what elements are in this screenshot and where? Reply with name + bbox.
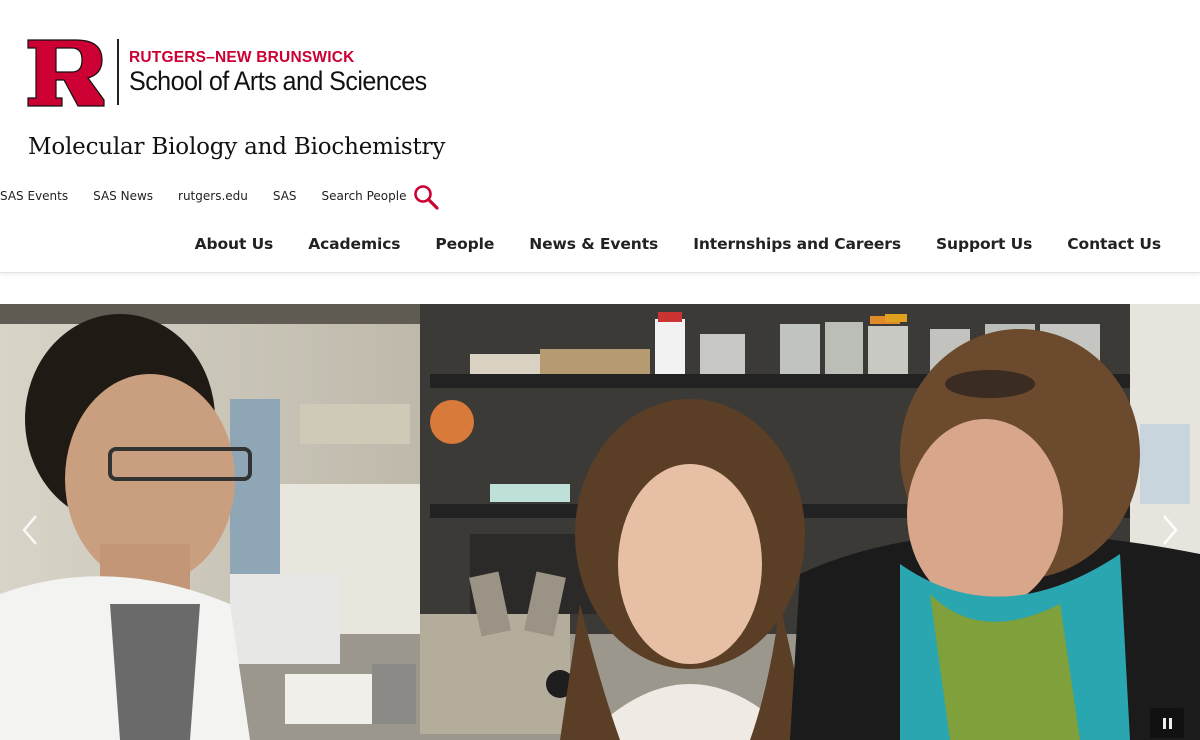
- pause-icon[interactable]: [1150, 708, 1184, 738]
- nav-contact-us[interactable]: Contact Us: [1067, 235, 1161, 253]
- nav-academics[interactable]: Academics: [308, 235, 400, 253]
- logo-school-name[interactable]: School of Arts and Sciences: [129, 66, 427, 97]
- main-nav: About Us Academics People News & Events …: [160, 235, 1162, 253]
- search-icon[interactable]: [412, 183, 440, 211]
- util-link-search-people[interactable]: Search People: [322, 189, 407, 203]
- logo-divider: [117, 39, 119, 105]
- nav-internships-careers[interactable]: Internships and Careers: [693, 235, 901, 253]
- utility-nav: SAS Events SAS News rutgers.edu SAS Sear…: [0, 186, 431, 206]
- rutgers-r-logo[interactable]: [26, 38, 106, 108]
- nav-people[interactable]: People: [435, 235, 494, 253]
- nav-news-events[interactable]: News & Events: [529, 235, 658, 253]
- logo-university-name: RUTGERS–NEW BRUNSWICK: [129, 49, 355, 66]
- nav-support-us[interactable]: Support Us: [936, 235, 1032, 253]
- util-link-sas[interactable]: SAS: [273, 189, 297, 203]
- site-header: RUTGERS–NEW BRUNSWICK School of Arts and…: [0, 0, 1200, 273]
- chevron-right-icon[interactable]: [1158, 510, 1182, 550]
- util-link-rutgers-edu[interactable]: rutgers.edu: [178, 189, 248, 203]
- chevron-left-icon[interactable]: [18, 510, 42, 550]
- util-link-sas-events[interactable]: SAS Events: [0, 189, 68, 203]
- department-title[interactable]: Molecular Biology and Biochemistry: [28, 134, 445, 160]
- hero-slideshow: [0, 304, 1200, 740]
- nav-about-us[interactable]: About Us: [195, 235, 274, 253]
- util-link-sas-news[interactable]: SAS News: [93, 189, 153, 203]
- hero-image: [0, 304, 1200, 740]
